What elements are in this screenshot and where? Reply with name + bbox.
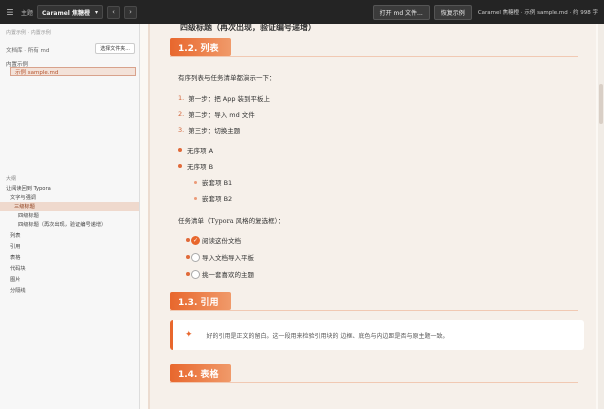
task-item: 挑一套喜欢的主题	[186, 269, 254, 279]
task-item: 导入文档导入平板	[186, 252, 254, 262]
checkbox-icon[interactable]	[191, 269, 200, 279]
bullet-icon	[178, 148, 182, 152]
file-item-sample[interactable]: 示例 sample.md	[10, 67, 136, 76]
outline-item[interactable]: 图片	[0, 275, 139, 284]
heading-list: 1.2. 列表	[170, 38, 231, 56]
bullet-item: 无序项 A	[178, 145, 213, 155]
checkbox-icon[interactable]	[191, 252, 200, 262]
bullet-item: 无序项 B	[178, 161, 213, 171]
restore-sample-button[interactable]: 恢复示例	[433, 4, 472, 20]
outline-item[interactable]: 让阅读回到 Typora	[0, 184, 139, 193]
outline-item[interactable]: 文字与强调	[0, 193, 139, 202]
heading-h4-partial: 四级标题（再次出现，验证编号递增）	[180, 24, 316, 32]
outline-title: 大纲	[6, 176, 17, 182]
sparkle-icon: ✦	[185, 330, 193, 340]
heading-quote: 1.3. 引用	[170, 292, 231, 310]
bullet-item-nested: 嵌套项 B1	[194, 177, 232, 187]
next-theme-button[interactable]: ›	[124, 5, 138, 19]
outline-item-active[interactable]: 三级标题	[0, 202, 139, 211]
outline-item[interactable]: 四级标题	[0, 211, 139, 220]
checkbox-checked-icon[interactable]: ✓	[191, 235, 200, 245]
scrollbar-thumb[interactable]	[599, 84, 603, 124]
bullet-icon	[194, 180, 197, 184]
heading-underline	[170, 310, 578, 311]
theme-select[interactable]: Caramel 焦糖橙 ▾	[37, 5, 104, 19]
scrollbar[interactable]	[598, 24, 604, 409]
ordered-item: 1. 第一步：把 App 装到平板上	[178, 94, 271, 103]
file-item-label: 示例 sample.md	[15, 69, 59, 76]
heading-table: 1.4. 表格	[170, 364, 231, 382]
sidebar: 内置示例 · 内置示例 文档库 · 所有 md 选择文件夹... 内置示例 示例…	[0, 24, 140, 409]
document-page: 四级标题（再次出现，验证编号递增） 1.2. 列表 有序列表与任务清单都演示一下…	[148, 24, 596, 409]
choose-folder-button[interactable]: 选择文件夹...	[95, 43, 135, 54]
outline-item[interactable]: 引用	[0, 242, 139, 251]
top-toolbar: ☰ 主题 Caramel 焦糖橙 ▾ ‹ › 打开 md 文件... 恢复示例 …	[0, 0, 604, 24]
ordered-item: 3. 第三步：切换主题	[178, 126, 241, 135]
document-viewer: 四级标题（再次出现，验证编号递增） 1.2. 列表 有序列表与任务清单都演示一下…	[140, 24, 604, 409]
status-text: Caramel 焦糖橙 · 示例 sample.md · 约 998 字	[477, 10, 598, 16]
outline-item[interactable]: 分隔线	[0, 286, 139, 295]
bullet-icon	[178, 164, 182, 168]
bullet-icon	[194, 196, 197, 200]
bullet-icon	[186, 238, 190, 242]
outline-item[interactable]: 代码块	[0, 264, 139, 273]
heading-underline	[170, 56, 578, 57]
bullet-icon	[186, 255, 190, 259]
outline-item[interactable]: 表格	[0, 253, 139, 262]
theme-select-value: Caramel 焦糖橙	[42, 9, 90, 17]
bullet-icon	[186, 272, 190, 276]
heading-underline	[170, 382, 578, 383]
sidebar-subtitle: 内置示例 · 内置示例	[6, 30, 51, 36]
task-item: ✓ 阅读这份文档	[186, 235, 241, 245]
blockquote-text: 好的引用是正文的留白。这一段用来检验引用块的 边框、底色与内边距是否与原主题一致…	[206, 332, 449, 340]
outline-item[interactable]: 四级标题（再次出现，验证编号递增）	[0, 220, 139, 229]
theme-label: 主题	[21, 9, 34, 17]
list-intro: 有序列表与任务清单都演示一下：	[178, 74, 276, 82]
blockquote: ✦ 好的引用是正文的留白。这一段用来检验引用块的 边框、底色与内边距是否与原主题…	[170, 320, 584, 350]
menu-icon[interactable]: ☰	[3, 5, 17, 19]
open-md-button[interactable]: 打开 md 文件...	[372, 4, 430, 20]
ordered-item: 2. 第二步：导入 md 文件	[178, 110, 255, 119]
chevron-down-icon: ▾	[95, 8, 99, 16]
task-intro: 任务清单（Typora 风格的复选框）：	[178, 217, 285, 225]
bullet-item-nested: 嵌套项 B2	[194, 193, 232, 203]
prev-theme-button[interactable]: ‹	[107, 5, 121, 19]
outline-item[interactable]: 列表	[0, 231, 139, 240]
